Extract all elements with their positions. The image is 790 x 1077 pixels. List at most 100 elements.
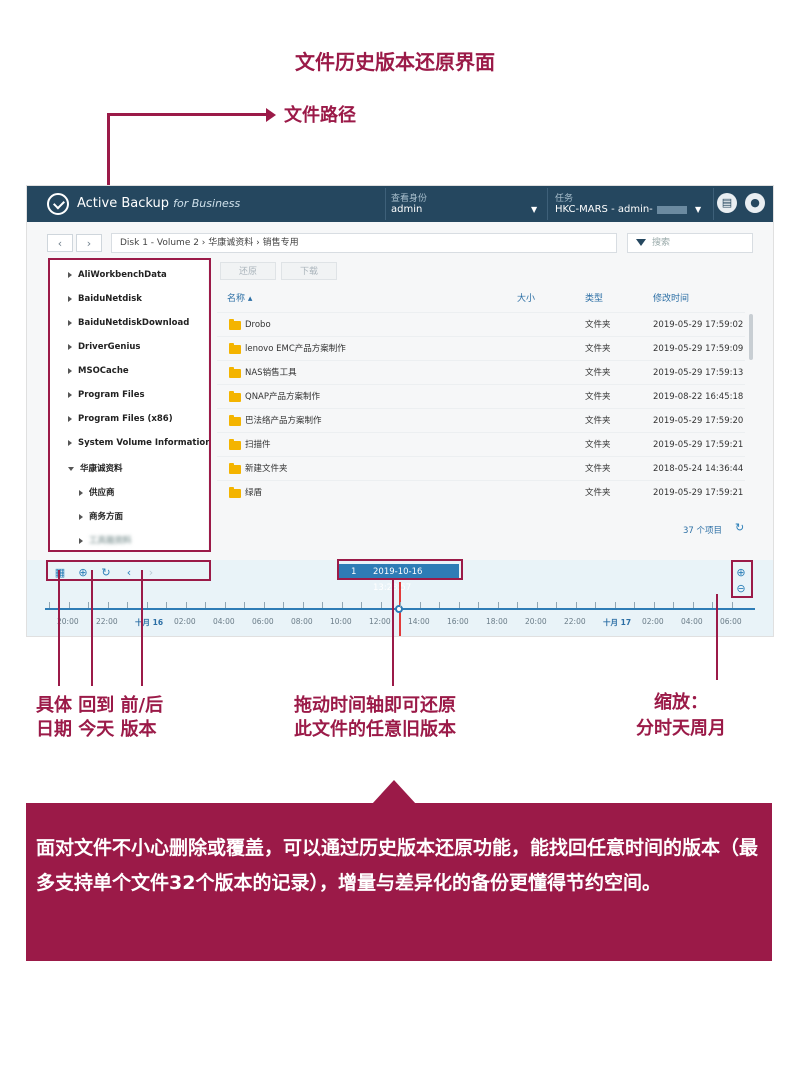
banner-notch	[372, 780, 416, 804]
timeline-tick	[49, 602, 50, 608]
folder-icon	[229, 439, 241, 450]
timeline-tick-label: 22:00	[564, 617, 586, 626]
timeline-tick	[166, 602, 167, 608]
timeline-tick	[478, 602, 479, 608]
col-name[interactable]: 名称 ▴	[227, 288, 252, 310]
table-row[interactable]: 绿盾 文件夹 2019-05-29 17:59:21	[217, 480, 745, 505]
page-title: 文件历史版本还原界面	[295, 50, 495, 74]
timeline-tick-label: 06:00	[720, 617, 742, 626]
timeline-tick	[224, 602, 226, 608]
timeline-tick	[517, 602, 518, 608]
timeline-tick	[556, 602, 557, 608]
connector	[716, 594, 718, 680]
timeline-tick	[712, 602, 713, 608]
app-window: Active Backup for Business 查看身份 admin ▼ …	[26, 185, 774, 637]
timeline-tick	[68, 602, 70, 608]
zoom-highlight-box	[731, 560, 753, 598]
timeline-tick	[322, 602, 323, 608]
timeline-tick-label: 08:00	[291, 617, 313, 626]
timeline-tick	[205, 602, 206, 608]
task-label: 任务	[555, 194, 574, 204]
path-label: 文件路径	[284, 105, 356, 126]
app-brand: Active Backup for Business	[77, 196, 241, 211]
connector	[58, 570, 60, 686]
refresh-icon[interactable]: ↻	[735, 521, 744, 534]
task-select[interactable]: HKC-MARS - admin-	[555, 204, 653, 215]
message-icon[interactable]: ▤	[717, 193, 737, 213]
user-icon[interactable]: ●	[745, 193, 765, 213]
timeline-tick-label: 16:00	[447, 617, 469, 626]
timeline-tick	[419, 602, 421, 608]
forward-button[interactable]: ›	[76, 234, 102, 252]
item-count: 37 个项目	[683, 526, 723, 536]
table-row[interactable]: 扫描件 文件夹 2019-05-29 17:59:21	[217, 432, 745, 457]
folder-icon	[229, 391, 241, 402]
table-row[interactable]: 巴法络产品方案制作 文件夹 2019-05-29 17:59:20	[217, 408, 745, 433]
table-row[interactable]: 新建文件夹 文件夹 2018-05-24 14:36:44	[217, 456, 745, 481]
timeline-tick-label: 20:00	[525, 617, 547, 626]
timeline-tick-label: 20:00	[57, 617, 79, 626]
download-button[interactable]: 下载	[281, 262, 337, 280]
timeline-tick	[634, 602, 635, 608]
breadcrumb: Disk 1 - Volume 2 › 华康诚资料 › 销售专用	[111, 233, 617, 253]
timeline-tick	[88, 602, 89, 608]
timeline-tick	[614, 602, 616, 608]
timeline-tick	[575, 602, 577, 608]
timeline-tick-label: 十月 16	[135, 618, 164, 627]
timeline-tick	[595, 602, 596, 608]
search-input[interactable]: 搜索	[627, 233, 753, 253]
col-type[interactable]: 类型	[585, 288, 603, 310]
badge-highlight-box	[337, 559, 463, 580]
path-arrow-icon	[266, 108, 276, 122]
chevron-down-icon[interactable]: ▼	[695, 205, 701, 214]
folder-icon	[229, 343, 241, 354]
table-row[interactable]: QNAP产品方案制作 文件夹 2019-08-22 16:45:18	[217, 384, 745, 409]
folder-icon	[229, 463, 241, 474]
timeline-tick-label: 04:00	[213, 617, 235, 626]
identity-label: 查看身份	[391, 194, 428, 204]
connector	[392, 580, 394, 686]
timeline-tick	[380, 602, 382, 608]
timeline-tick-label: 22:00	[96, 617, 118, 626]
timeline-tick	[283, 602, 284, 608]
timeline-tick	[341, 602, 343, 608]
timeline-tick-label: 14:00	[408, 617, 430, 626]
identity-select[interactable]: admin	[391, 204, 422, 215]
filter-icon[interactable]	[636, 239, 646, 246]
timeline-tick	[127, 602, 128, 608]
timeline-tick	[302, 602, 304, 608]
table-row[interactable]: NAS销售工具 文件夹 2019-05-29 17:59:13	[217, 360, 745, 385]
connector	[141, 570, 143, 686]
timeline-tick	[263, 602, 265, 608]
timeline-tick	[731, 602, 733, 608]
timeline-tick	[653, 602, 655, 608]
timeline-tick	[244, 602, 245, 608]
folder-icon	[229, 319, 241, 330]
jump-annotation: 具体 回到 前/后 日期 今天 版本	[36, 695, 164, 740]
timeline-tick	[185, 602, 187, 608]
top-bar: Active Backup for Business 查看身份 admin ▼ …	[27, 186, 773, 222]
timeline-tick	[361, 602, 362, 608]
controls-highlight-box	[46, 560, 211, 581]
timeline-tick-label: 04:00	[681, 617, 703, 626]
bottom-banner: 面对文件不小心删除或覆盖，可以通过历史版本还原功能，能找回任意时间的版本（最多支…	[26, 803, 772, 961]
timeline-tick	[692, 602, 694, 608]
timeline-tick	[497, 602, 499, 608]
back-button[interactable]: ‹	[47, 234, 73, 252]
col-size[interactable]: 大小	[517, 288, 535, 310]
path-highlight-box	[48, 258, 211, 552]
table-row[interactable]: Drobo 文件夹 2019-05-29 17:59:02	[217, 312, 745, 337]
scrollbar[interactable]	[749, 314, 753, 360]
timeline-tick	[107, 602, 109, 608]
timeline-tick	[439, 602, 440, 608]
restore-button[interactable]: 还原	[220, 262, 276, 280]
connector	[91, 570, 93, 686]
timeline-tick-label: 十月 17	[603, 618, 632, 627]
table-row[interactable]: lenovo EMC产品方案制作 文件夹 2019-05-29 17:59:09	[217, 336, 745, 361]
folder-icon	[229, 367, 241, 378]
timeline-handle[interactable]	[395, 605, 403, 613]
chevron-down-icon[interactable]: ▼	[531, 205, 537, 214]
timeline-tick-label: 10:00	[330, 617, 352, 626]
timeline-tick-label: 02:00	[174, 617, 196, 626]
col-modified[interactable]: 修改时间	[653, 288, 689, 310]
